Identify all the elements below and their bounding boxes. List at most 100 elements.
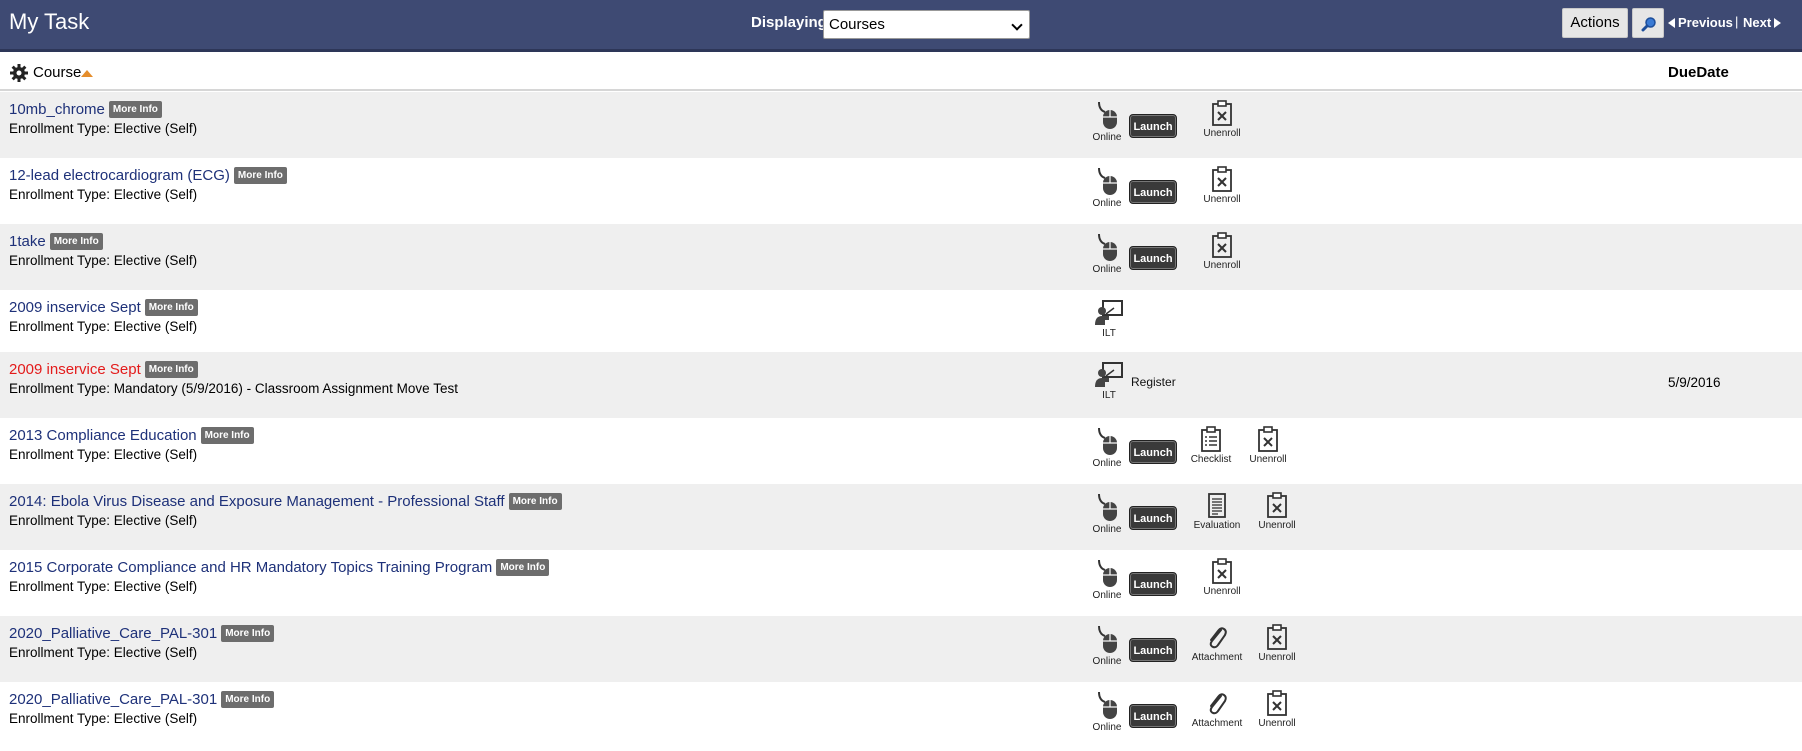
duedate-column-header[interactable]: DueDate [1668, 64, 1729, 81]
display-select[interactable]: Courses [823, 10, 1030, 39]
classroom-icon [1095, 362, 1123, 387]
course-title-link[interactable]: 2009 inservice Sept [9, 361, 141, 378]
course-title-line: 2014: Ebola Virus Disease and Exposure M… [9, 493, 562, 510]
unenroll-caption: Unenroll [1258, 520, 1296, 531]
unenroll-action[interactable]: Unenroll [1198, 166, 1246, 205]
launch-button[interactable]: Launch [1129, 506, 1177, 530]
ilt-caption: ILT [1102, 390, 1116, 401]
course-title-link[interactable]: 2014: Ebola Virus Disease and Exposure M… [9, 493, 505, 510]
unenroll-caption: Unenroll [1258, 652, 1296, 663]
online-action: Online [1090, 232, 1124, 275]
unenroll-caption: Unenroll [1203, 194, 1241, 205]
table-row: 2009 inservice Sept More Info Enrollment T… [0, 352, 1802, 418]
mouse-icon [1098, 233, 1117, 261]
mouse-icon [1098, 101, 1117, 129]
register-link[interactable]: Register [1131, 375, 1176, 389]
more-info-button[interactable]: More Info [496, 559, 550, 576]
more-info-button[interactable]: More Info [508, 493, 562, 510]
unenroll-action[interactable]: Unenroll [1253, 690, 1301, 729]
search-button[interactable] [1632, 8, 1664, 38]
evaluation-caption: Evaluation [1193, 520, 1241, 531]
unenroll-icon [1212, 166, 1232, 192]
displaying-label: Displaying [751, 14, 827, 31]
course-title-link[interactable]: 12-lead electrocardiogram (ECG) [9, 167, 230, 184]
actions-button[interactable]: Actions [1562, 8, 1628, 38]
more-info-button[interactable]: More Info [108, 101, 162, 118]
unenroll-action[interactable]: Unenroll [1198, 558, 1246, 597]
unenroll-caption: Unenroll [1203, 586, 1241, 597]
mouse-icon [1098, 691, 1117, 719]
online-caption: Online [1092, 458, 1122, 469]
previous-arrow-icon [1668, 18, 1675, 28]
course-title-line: 2020_Palliative_Care_PAL-301 More Info [9, 691, 275, 708]
more-info-button[interactable]: More Info [221, 625, 275, 642]
previous-link[interactable]: Previous [1668, 15, 1733, 30]
enrollment-type: Enrollment Type: Mandatory (5/9/2016) - … [9, 381, 458, 396]
course-title-link[interactable]: 2020_Palliative_Care_PAL-301 [9, 625, 217, 642]
column-header: Course DueDate [0, 55, 1802, 91]
mouse-icon [1098, 559, 1117, 587]
online-caption: Online [1092, 198, 1122, 209]
search-icon [1641, 17, 1656, 32]
unenroll-action[interactable]: Unenroll [1253, 624, 1301, 663]
launch-button[interactable]: Launch [1129, 180, 1177, 204]
sort-ascending-icon[interactable] [81, 70, 93, 77]
more-info-button[interactable]: More Info [221, 691, 275, 708]
online-action: Online [1090, 492, 1124, 535]
unenroll-icon [1212, 100, 1232, 126]
launch-button[interactable]: Launch [1129, 638, 1177, 662]
enrollment-type: Enrollment Type: Elective (Self) [9, 711, 198, 726]
ilt-action: ILT [1092, 298, 1126, 339]
unenroll-icon [1212, 558, 1232, 584]
online-caption: Online [1092, 722, 1122, 733]
launch-button[interactable]: Launch [1129, 572, 1177, 596]
enrollment-type: Enrollment Type: Elective (Self) [9, 645, 198, 660]
unenroll-action[interactable]: Unenroll [1198, 100, 1246, 139]
page-title: My Task [9, 9, 90, 34]
display-select-value: Courses [829, 16, 885, 33]
course-title-link[interactable]: 2013 Compliance Education [9, 427, 197, 444]
course-title-line: 2015 Corporate Compliance and HR Mandato… [9, 559, 550, 576]
unenroll-action[interactable]: Unenroll [1244, 426, 1292, 465]
course-title-link[interactable]: 2009 inservice Sept [9, 299, 141, 316]
mouse-icon [1098, 493, 1117, 521]
enrollment-type: Enrollment Type: Elective (Self) [9, 121, 198, 136]
launch-button[interactable]: Launch [1129, 704, 1177, 728]
checklist-action[interactable]: Checklist [1188, 426, 1234, 465]
ilt-caption: ILT [1102, 328, 1116, 339]
course-title-link[interactable]: 2015 Corporate Compliance and HR Mandato… [9, 559, 492, 576]
course-column-header[interactable]: Course [33, 64, 81, 81]
more-info-button[interactable]: More Info [144, 299, 198, 316]
table-row: 2009 inservice Sept More Info Enrollment T… [0, 290, 1802, 352]
course-title-link[interactable]: 2020_Palliative_Care_PAL-301 [9, 691, 217, 708]
launch-button[interactable]: Launch [1129, 440, 1177, 464]
previous-label: Previous [1678, 15, 1733, 30]
more-info-button[interactable]: More Info [200, 427, 254, 444]
attachment-action[interactable]: Attachment [1188, 690, 1246, 729]
online-action: Online [1090, 558, 1124, 601]
online-caption: Online [1092, 264, 1122, 275]
checklist-caption: Checklist [1190, 454, 1232, 465]
online-caption: Online [1092, 524, 1122, 535]
more-info-button[interactable]: More Info [233, 167, 287, 184]
unenroll-action[interactable]: Unenroll [1253, 492, 1301, 531]
more-info-button[interactable]: More Info [49, 233, 103, 250]
more-info-button[interactable]: More Info [144, 361, 198, 378]
table-row: 2015 Corporate Compliance and HR Mandato… [0, 550, 1802, 616]
launch-button[interactable]: Launch [1129, 114, 1177, 138]
unenroll-action[interactable]: Unenroll [1198, 232, 1246, 271]
launch-button[interactable]: Launch [1129, 246, 1177, 270]
course-title-link[interactable]: 10mb_chrome [9, 101, 105, 118]
gear-icon[interactable] [9, 63, 29, 83]
course-title-link[interactable]: 1take [9, 233, 46, 250]
mouse-icon [1098, 427, 1117, 455]
unenroll-caption: Unenroll [1249, 454, 1287, 465]
checklist-icon [1201, 426, 1221, 452]
top-bar: My Task Displaying Courses Actions Previ… [0, 0, 1802, 52]
table-row: 2020_Palliative_Care_PAL-301 More Info Enr… [0, 616, 1802, 682]
online-action: Online [1090, 166, 1124, 209]
evaluation-action[interactable]: Evaluation [1188, 492, 1246, 531]
next-link[interactable]: Next [1743, 15, 1782, 30]
attachment-action[interactable]: Attachment [1188, 624, 1246, 663]
online-caption: Online [1092, 132, 1122, 143]
